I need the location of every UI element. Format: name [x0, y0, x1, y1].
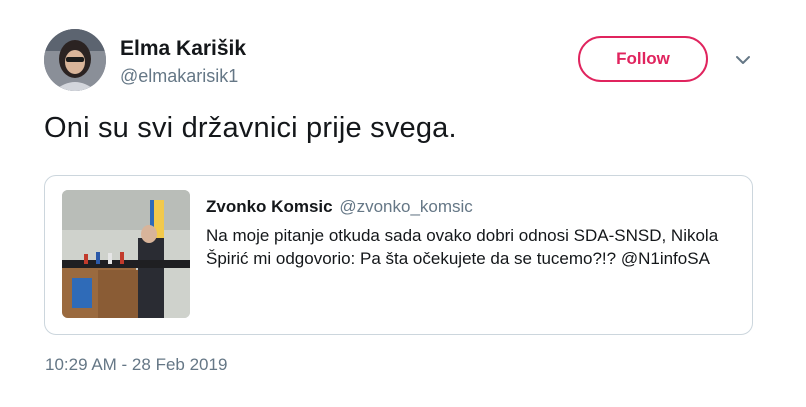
quoted-author-name[interactable]: Zvonko Komsic [206, 197, 333, 216]
tweet-timestamp[interactable]: 10:29 AM - 28 Feb 2019 [45, 355, 227, 375]
author-username[interactable]: @elmakarisik1 [120, 66, 238, 87]
quoted-tweet-text: Na moje pitanje otkuda sada ovako dobri … [206, 224, 746, 270]
chevron-down-icon[interactable] [733, 50, 753, 70]
quoted-tweet[interactable]: Zvonko Komsic @zvonko_komsic Na moje pit… [44, 175, 753, 335]
quoted-tweet-image[interactable] [62, 190, 190, 318]
quoted-tweet-header: Zvonko Komsic @zvonko_komsic [206, 197, 473, 217]
avatar[interactable] [44, 29, 106, 91]
tweet-text: Oni su svi državnici prije svega. [44, 112, 457, 144]
follow-button[interactable]: Follow [578, 36, 708, 82]
quoted-author-username[interactable]: @zvonko_komsic [339, 197, 472, 216]
author-display-name[interactable]: Elma Karišik [120, 37, 246, 61]
quoted-tweet-text-line: Na moje pitanje otkuda sada ovako dobri … [206, 226, 719, 245]
tweet-card: Elma Karišik @elmakarisik1 Follow Oni su… [0, 0, 806, 407]
quoted-tweet-text-line: Špirić mi odgovorio: Pa šta očekujete da… [206, 249, 710, 268]
